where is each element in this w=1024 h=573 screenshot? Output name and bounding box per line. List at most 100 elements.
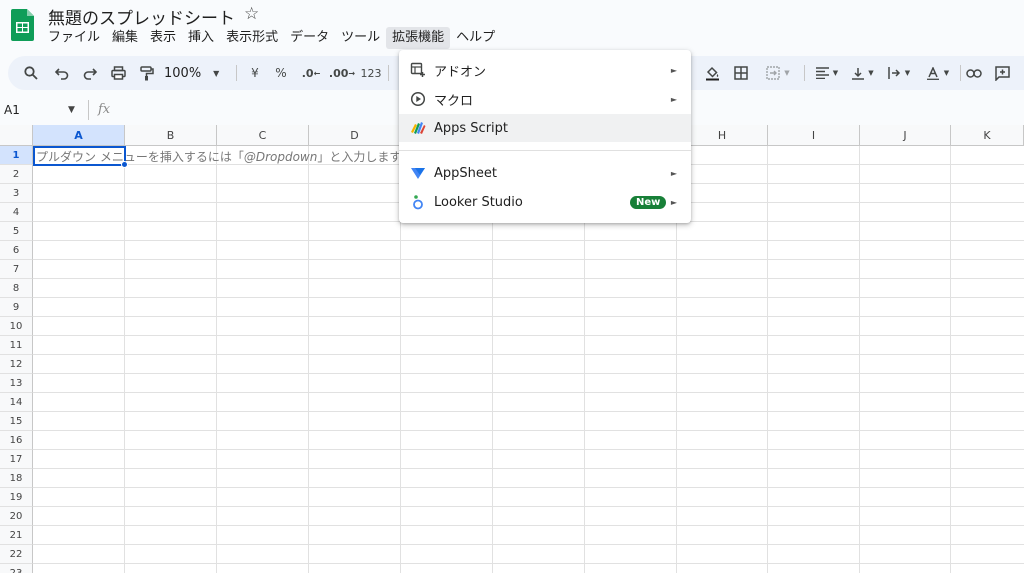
apps-script-label: Apps Script bbox=[434, 120, 509, 136]
row-header[interactable]: 6 bbox=[0, 241, 33, 260]
chevron-down-icon: ▼ bbox=[832, 69, 839, 77]
grid-line bbox=[33, 468, 1024, 469]
search-icon[interactable] bbox=[20, 56, 42, 90]
row-header[interactable]: 15 bbox=[0, 412, 33, 431]
grid-line bbox=[33, 316, 1024, 317]
menu-tools[interactable]: ツール bbox=[335, 27, 386, 49]
submenu-arrow-icon: ► bbox=[670, 94, 677, 104]
insert-comment-icon[interactable] bbox=[991, 56, 1013, 90]
fill-color-icon[interactable] bbox=[701, 56, 723, 90]
menu-item-looker-studio[interactable]: Looker Studio New ► bbox=[399, 188, 691, 216]
hint-keyword: @Dropdown bbox=[243, 150, 318, 164]
column-header[interactable]: J bbox=[860, 125, 951, 146]
decrease-decimal-button[interactable]: .0 ← bbox=[298, 56, 324, 90]
menu-data[interactable]: データ bbox=[284, 27, 335, 49]
percent-button[interactable]: % bbox=[270, 56, 292, 90]
sheets-logo-icon[interactable] bbox=[11, 9, 34, 41]
zoom-select[interactable]: 100% ▼ bbox=[164, 56, 230, 90]
column-header[interactable]: K bbox=[951, 125, 1024, 146]
grid-line bbox=[33, 506, 1024, 507]
grid-line bbox=[33, 392, 1024, 393]
horizontal-align-icon[interactable]: ▼ bbox=[810, 56, 844, 90]
link-icon[interactable] bbox=[962, 56, 986, 90]
menu-insert[interactable]: 挿入 bbox=[182, 27, 220, 49]
column-header[interactable]: D bbox=[309, 125, 401, 146]
redo-icon[interactable] bbox=[79, 56, 101, 90]
column-header[interactable]: A bbox=[33, 125, 125, 146]
macro-play-icon bbox=[410, 91, 426, 107]
fx-icon: fx bbox=[98, 102, 111, 117]
toolbar-divider bbox=[804, 65, 805, 81]
currency-button[interactable]: ¥ bbox=[244, 56, 266, 90]
row-header[interactable]: 18 bbox=[0, 469, 33, 488]
grid-line bbox=[33, 259, 1024, 260]
number-format-button[interactable]: 123 bbox=[358, 56, 384, 90]
grid-line bbox=[33, 544, 1024, 545]
addons-label: アドオン bbox=[434, 64, 487, 80]
text-wrap-icon[interactable]: ▼ bbox=[882, 56, 916, 90]
menu-item-macros[interactable]: マクロ ► bbox=[399, 85, 691, 113]
grid-line bbox=[124, 146, 125, 573]
menu-extensions[interactable]: 拡張機能 bbox=[386, 27, 451, 49]
row-header[interactable]: 11 bbox=[0, 336, 33, 355]
borders-icon[interactable] bbox=[730, 56, 752, 90]
document-title[interactable]: 無題のスプレッドシート bbox=[48, 4, 235, 29]
menu-item-apps-script[interactable]: Apps Script bbox=[399, 114, 691, 142]
row-header[interactable]: 20 bbox=[0, 507, 33, 526]
column-header[interactable]: C bbox=[217, 125, 309, 146]
row-header[interactable]: 21 bbox=[0, 526, 33, 545]
appsheet-icon bbox=[411, 168, 425, 179]
row-header[interactable]: 12 bbox=[0, 355, 33, 374]
merge-cells-icon[interactable]: ▼ bbox=[758, 56, 798, 90]
addons-icon bbox=[410, 62, 425, 77]
row-header[interactable]: 4 bbox=[0, 203, 33, 222]
new-badge: New bbox=[630, 195, 667, 209]
active-cell[interactable] bbox=[33, 146, 126, 166]
row-header[interactable]: 7 bbox=[0, 260, 33, 279]
undo-icon[interactable] bbox=[51, 56, 73, 90]
paint-format-icon[interactable] bbox=[136, 56, 158, 90]
menu-item-appsheet[interactable]: AppSheet ► bbox=[399, 159, 691, 187]
row-header[interactable]: 1 bbox=[0, 146, 33, 165]
row-header[interactable]: 19 bbox=[0, 488, 33, 507]
menu-item-addons[interactable]: アドオン ► bbox=[399, 56, 691, 84]
grid-line bbox=[33, 563, 1024, 564]
grid-line bbox=[33, 525, 1024, 526]
row-header[interactable]: 17 bbox=[0, 450, 33, 469]
toolbar-divider bbox=[388, 65, 389, 81]
text-rotation-icon[interactable]: ▼ bbox=[920, 56, 956, 90]
select-all-corner[interactable] bbox=[0, 125, 33, 146]
row-header[interactable]: 22 bbox=[0, 545, 33, 564]
grid-line bbox=[767, 146, 768, 573]
menu-format[interactable]: 表示形式 bbox=[220, 27, 284, 49]
row-header[interactable]: 14 bbox=[0, 393, 33, 412]
vertical-align-icon[interactable]: ▼ bbox=[846, 56, 880, 90]
row-header[interactable]: 2 bbox=[0, 165, 33, 184]
column-header[interactable]: B bbox=[125, 125, 217, 146]
row-header[interactable]: 16 bbox=[0, 431, 33, 450]
grid-line bbox=[33, 430, 1024, 431]
star-icon[interactable]: ☆ bbox=[244, 4, 259, 24]
name-box[interactable]: A1 bbox=[4, 103, 20, 117]
row-header[interactable]: 8 bbox=[0, 279, 33, 298]
print-icon[interactable] bbox=[107, 56, 129, 90]
increase-decimal-button[interactable]: .00 → bbox=[328, 56, 356, 90]
row-header[interactable]: 9 bbox=[0, 298, 33, 317]
decrease-decimal-label: .0 bbox=[301, 66, 314, 80]
menu-help[interactable]: ヘルプ bbox=[450, 27, 501, 49]
column-header[interactable]: I bbox=[768, 125, 860, 146]
submenu-arrow-icon: ► bbox=[670, 197, 677, 207]
chevron-down-icon: ▼ bbox=[868, 69, 874, 77]
menu-view[interactable]: 表示 bbox=[144, 27, 182, 49]
fill-handle[interactable] bbox=[121, 161, 128, 168]
menu-file[interactable]: ファイル bbox=[42, 27, 106, 49]
row-header[interactable]: 13 bbox=[0, 374, 33, 393]
grid-line bbox=[33, 297, 1024, 298]
row-header[interactable]: 23 bbox=[0, 564, 33, 573]
row-header[interactable]: 3 bbox=[0, 184, 33, 203]
row-header[interactable]: 10 bbox=[0, 317, 33, 336]
grid-line bbox=[33, 354, 1024, 355]
chevron-down-icon[interactable]: ▼ bbox=[68, 105, 75, 115]
menu-edit[interactable]: 編集 bbox=[106, 27, 144, 49]
row-header[interactable]: 5 bbox=[0, 222, 33, 241]
